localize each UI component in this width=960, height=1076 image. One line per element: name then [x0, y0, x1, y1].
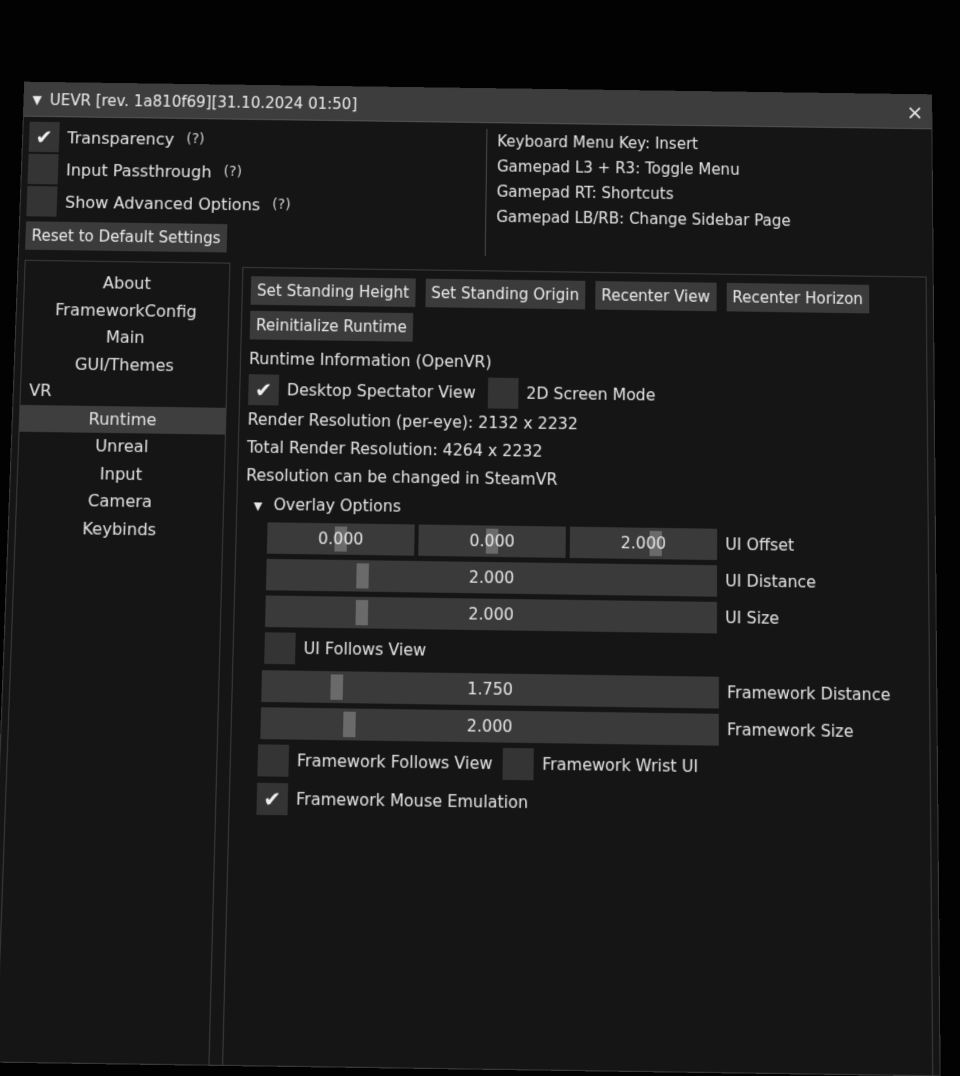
slider-grab[interactable]: [343, 711, 356, 737]
desktop-spectator-checkbox[interactable]: ✔: [248, 374, 279, 405]
runtime-panel: Set Standing Height Set Standing Origin …: [222, 267, 933, 1075]
check-icon: ✔: [35, 125, 53, 149]
keyinfo-line: Gamepad LB/RB: Change Sidebar Page: [496, 205, 926, 236]
slider-value: 2.000: [621, 533, 666, 552]
slider-value: 0.000: [318, 529, 364, 548]
help-icon[interactable]: (?): [223, 164, 242, 180]
input-passthrough-label: Input Passthrough: [66, 160, 212, 181]
framework-wrist-ui-label: Framework Wrist UI: [542, 755, 698, 776]
framework-distance-label: Framework Distance: [727, 683, 890, 704]
sidebar-item-camera[interactable]: Camera: [16, 487, 223, 517]
transparency-checkbox[interactable]: ✔: [29, 122, 60, 152]
overlay-options-label: Overlay Options: [273, 495, 401, 516]
framework-wrist-ui-checkbox[interactable]: [503, 748, 534, 780]
reset-defaults-button[interactable]: Reset to Default Settings: [25, 221, 227, 252]
recenter-horizon-button[interactable]: Recenter Horizon: [726, 283, 869, 314]
ui-size-slider[interactable]: 2.000: [265, 595, 717, 633]
collapse-triangle-icon[interactable]: ▼: [32, 92, 42, 106]
slider-grab[interactable]: [330, 674, 343, 700]
show-advanced-checkbox[interactable]: [26, 186, 57, 217]
sidebar-item-input[interactable]: Input: [17, 459, 224, 489]
screen-mode-2d-label: 2D Screen Mode: [526, 384, 655, 404]
ui-distance-slider[interactable]: 2.000: [266, 558, 717, 596]
framework-follows-view-label: Framework Follows View: [297, 751, 493, 773]
slider-value: 2.000: [467, 716, 513, 736]
sidebar-item-main[interactable]: Main: [22, 323, 227, 353]
transparency-label: Transparency: [67, 128, 175, 149]
sidebar-item-unreal[interactable]: Unreal: [18, 432, 224, 462]
sidebar-item-runtime[interactable]: Runtime: [19, 404, 225, 434]
slider-value: 1.750: [467, 679, 513, 699]
slider-value: 0.000: [469, 531, 515, 550]
framework-distance-slider[interactable]: 1.750: [261, 670, 719, 708]
ui-offset-x-slider[interactable]: 0.000: [267, 522, 415, 555]
framework-size-label: Framework Size: [727, 720, 854, 741]
close-icon[interactable]: ×: [906, 99, 923, 123]
ui-distance-label: UI Distance: [725, 571, 816, 591]
framework-mouse-emulation-label: Framework Mouse Emulation: [296, 790, 528, 813]
sidebar-item-gui-themes[interactable]: GUI/Themes: [21, 350, 227, 380]
screen-mode-2d-checkbox[interactable]: [488, 378, 519, 409]
uevr-window: ▼ UEVR [rev. 1a810f69][31.10.2024 01:50]…: [0, 82, 941, 1076]
help-icon[interactable]: (?): [186, 131, 205, 147]
ui-size-label: UI Size: [725, 608, 779, 628]
recenter-view-button[interactable]: Recenter View: [595, 281, 716, 311]
check-icon: ✔: [263, 786, 281, 812]
collapse-triangle-icon: ▼: [253, 499, 262, 513]
slider-grab[interactable]: [355, 599, 368, 624]
ui-offset-label: UI Offset: [725, 535, 794, 555]
window-title: UEVR [rev. 1a810f69][31.10.2024 01:50]: [49, 91, 906, 121]
set-standing-height-button[interactable]: Set Standing Height: [251, 276, 416, 307]
framework-follows-view-checkbox[interactable]: [257, 744, 289, 776]
slider-value: 2.000: [469, 567, 515, 586]
ui-follows-view-checkbox[interactable]: [264, 632, 296, 664]
ui-offset-z-slider[interactable]: 2.000: [570, 526, 717, 559]
sidebar-item-about[interactable]: About: [24, 269, 229, 299]
set-standing-origin-button[interactable]: Set Standing Origin: [425, 279, 585, 310]
input-passthrough-checkbox[interactable]: [27, 154, 58, 185]
ui-offset-y-slider[interactable]: 0.000: [418, 524, 566, 557]
ui-follows-view-label: UI Follows View: [303, 639, 426, 660]
top-panel: ✔ Transparency (?) Input Passthrough (?)…: [25, 121, 927, 265]
sidebar: About FrameworkConfig Main GUI/Themes VR…: [0, 260, 230, 1065]
reinitialize-runtime-button[interactable]: Reinitialize Runtime: [250, 311, 413, 342]
slider-value: 2.000: [468, 604, 514, 624]
check-icon: ✔: [255, 377, 273, 402]
sidebar-item-frameworkconfig[interactable]: FrameworkConfig: [23, 296, 228, 326]
show-advanced-label: Show Advanced Options: [65, 192, 261, 214]
keybind-info: Keyboard Menu Key: Insert Gamepad L3 + R…: [485, 129, 927, 262]
desktop-spectator-label: Desktop Spectator View: [287, 381, 476, 402]
help-icon[interactable]: (?): [272, 196, 291, 212]
sidebar-section-vr: VR: [20, 377, 226, 407]
framework-mouse-emulation-checkbox[interactable]: ✔: [256, 783, 288, 816]
slider-grab[interactable]: [356, 563, 369, 588]
sidebar-item-keybinds[interactable]: Keybinds: [15, 514, 222, 545]
framework-size-slider[interactable]: 2.000: [260, 707, 719, 745]
